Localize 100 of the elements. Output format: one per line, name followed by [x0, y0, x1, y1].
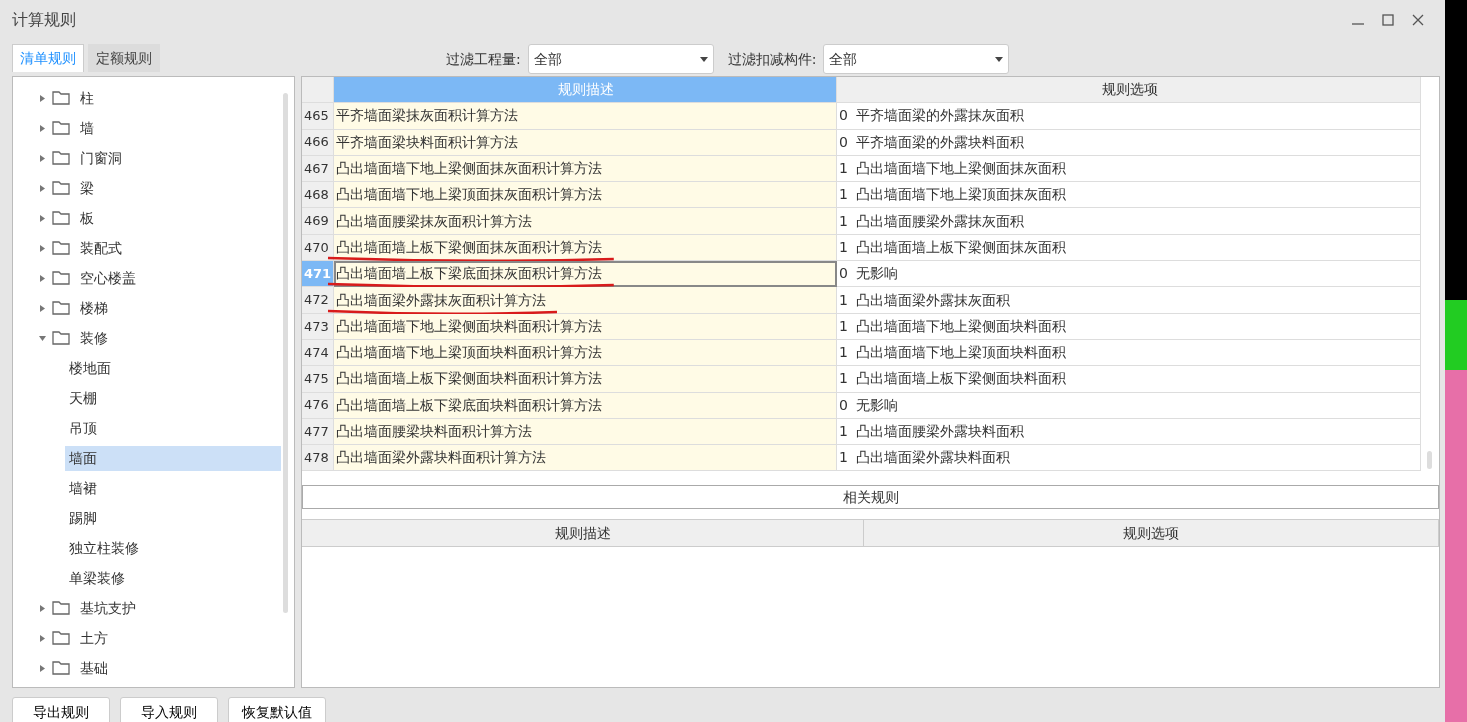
table-cell-text: 凸出墙面梁外露抹灰面积计算方法 — [336, 290, 546, 310]
tree-item[interactable]: 基础 — [76, 655, 112, 681]
tree-item[interactable]: 独立柱装修 — [65, 535, 143, 561]
table-cell-text: 凸出墙面墙上板下梁侧面抹灰面积计算方法 — [336, 237, 602, 257]
folder-icon — [52, 631, 70, 645]
caret-icon — [699, 56, 708, 62]
tree-item[interactable]: 装修 — [76, 325, 112, 351]
section-header: 相关规则 — [302, 485, 1439, 510]
option-code: 1 — [839, 369, 848, 389]
table-cell-text: 凸出墙面墙上板下梁侧面抹灰面积 — [855, 237, 1066, 257]
filter-label: 过滤工程量: — [446, 49, 521, 69]
table-cell-text: 平齐墙面梁块料面积计算方法 — [336, 132, 518, 152]
row-number: 478 — [302, 445, 334, 472]
column-header[interactable]: 规则选项 — [837, 77, 1421, 104]
expander-icon[interactable] — [39, 94, 46, 102]
tree-item[interactable]: 天棚 — [65, 385, 101, 411]
tree-item[interactable]: 墙 — [76, 115, 98, 141]
tab[interactable]: 定额规则 — [88, 44, 160, 72]
option-code: 0 — [839, 395, 848, 415]
expander-icon[interactable] — [39, 154, 46, 162]
table-cell-text: 凸出墙面墙上板下梁侧面块料面积 — [855, 369, 1066, 389]
table-cell-text: 凸出墙面墙下地上梁顶面抹灰面积计算方法 — [336, 185, 602, 205]
table-cell-text: 凸出墙面梁外露抹灰面积 — [855, 290, 1010, 310]
folder-icon — [52, 331, 70, 345]
expander-icon[interactable] — [39, 124, 46, 132]
tree-item[interactable]: 柱 — [76, 85, 98, 111]
expander-icon[interactable] — [39, 604, 46, 612]
tree-item[interactable]: 土方 — [76, 625, 112, 651]
folder-icon — [52, 301, 70, 315]
table-cell-text: 凸出墙面墙下地上梁侧面抹灰面积 — [855, 159, 1066, 179]
expander-icon[interactable] — [39, 334, 46, 342]
tree-item[interactable]: 墙裙 — [65, 475, 101, 501]
table-cell-text: 凸出墙面墙下地上梁侧面块料面积计算方法 — [336, 316, 602, 336]
tree-item[interactable]: 吊顶 — [65, 415, 101, 441]
folder-icon — [52, 601, 70, 615]
option-code: 1 — [839, 316, 848, 336]
expander-icon[interactable] — [39, 184, 46, 192]
row-number: 474 — [302, 339, 334, 367]
row-number: 465 — [302, 103, 334, 130]
table-cell-text: 无影响 — [855, 395, 898, 415]
row-number: 473 — [302, 313, 334, 340]
expander-icon[interactable] — [39, 664, 46, 672]
table-cell-text: 凸出墙面腰梁抹灰面积计算方法 — [336, 211, 532, 231]
tree-item[interactable]: 装配式 — [76, 235, 126, 261]
option-code: 1 — [839, 211, 848, 231]
expander-icon[interactable] — [39, 304, 46, 312]
tree-item[interactable]: 楼梯 — [76, 295, 112, 321]
maximize-icon[interactable] — [1380, 12, 1396, 28]
table-cell-text: 凸出墙面墙下地上梁顶面抹灰面积 — [855, 185, 1066, 205]
scrollbar[interactable] — [283, 93, 288, 613]
table-cell-text: 凸出墙面墙下地上梁侧面抹灰面积计算方法 — [336, 159, 602, 179]
tree-item[interactable]: 梁 — [76, 175, 98, 201]
tree-item[interactable]: 基坑支护 — [76, 595, 140, 621]
row-number: 475 — [302, 366, 334, 393]
table-cell-text: 凸出墙面梁外露块料面积 — [855, 448, 1010, 468]
row-number: 468 — [302, 182, 334, 209]
table-cell-text: 凸出墙面腰梁外露块料面积 — [855, 422, 1024, 441]
option-code: 1 — [839, 237, 848, 257]
tree-item[interactable]: 楼地面 — [65, 355, 115, 381]
window-title: 计算规则 — [12, 9, 76, 31]
action-button[interactable]: 导出规则 — [12, 697, 110, 722]
tree-item[interactable]: 板 — [76, 205, 98, 231]
action-button[interactable]: 导入规则 — [120, 697, 218, 722]
column-header[interactable]: 规则选项 — [864, 520, 1439, 547]
expander-icon[interactable] — [39, 634, 46, 642]
caret-icon — [995, 56, 1004, 62]
table-cell-text: 平齐墙面梁的外露块料面积 — [855, 132, 1024, 152]
table-cell-text: 凸出墙面梁外露块料面积计算方法 — [336, 448, 546, 468]
expander-icon[interactable] — [39, 244, 46, 252]
option-code: 0 — [839, 264, 848, 284]
expander-icon[interactable] — [39, 214, 46, 222]
close-icon[interactable] — [1410, 12, 1426, 28]
table-cell-text: 凸出墙面墙下地上梁侧面块料面积 — [855, 316, 1066, 336]
tree-item[interactable]: 空心楼盖 — [76, 265, 140, 291]
action-button[interactable]: 恢复默认值 — [228, 697, 326, 722]
tree-item[interactable]: 踢脚 — [65, 505, 101, 531]
dropdown-field[interactable]: 全部 — [527, 44, 714, 74]
tree-item[interactable]: 单梁装修 — [65, 565, 129, 591]
table-cell-text: 凸出墙面墙上板下梁底面抹灰面积计算方法 — [336, 264, 602, 284]
row-number: 470 — [302, 234, 334, 262]
dropdown-field[interactable]: 全部 — [823, 44, 1010, 74]
row-number: 469 — [302, 208, 334, 235]
column-header[interactable]: 规则描述 — [302, 520, 864, 547]
folder-icon — [52, 91, 70, 105]
table-cell-text: 凸出墙面墙下地上梁顶面块料面积 — [855, 343, 1066, 363]
option-code: 1 — [839, 290, 848, 310]
table-cell-text: 凸出墙面腰梁块料面积计算方法 — [336, 422, 532, 441]
table-cell-text: 无影响 — [855, 264, 898, 284]
tree-item[interactable]: 墙面 — [65, 445, 281, 471]
tree-item[interactable]: 门窗洞 — [76, 145, 126, 171]
option-code: 1 — [839, 185, 848, 205]
row-number: 466 — [302, 129, 334, 156]
folder-icon — [52, 241, 70, 255]
row-number: 471 — [302, 261, 334, 288]
option-code: 1 — [839, 343, 848, 363]
option-code: 1 — [839, 422, 848, 441]
expander-icon[interactable] — [39, 274, 46, 282]
row-number: 477 — [302, 418, 334, 446]
option-code: 0 — [839, 132, 848, 152]
scrollbar[interactable] — [1427, 451, 1432, 470]
